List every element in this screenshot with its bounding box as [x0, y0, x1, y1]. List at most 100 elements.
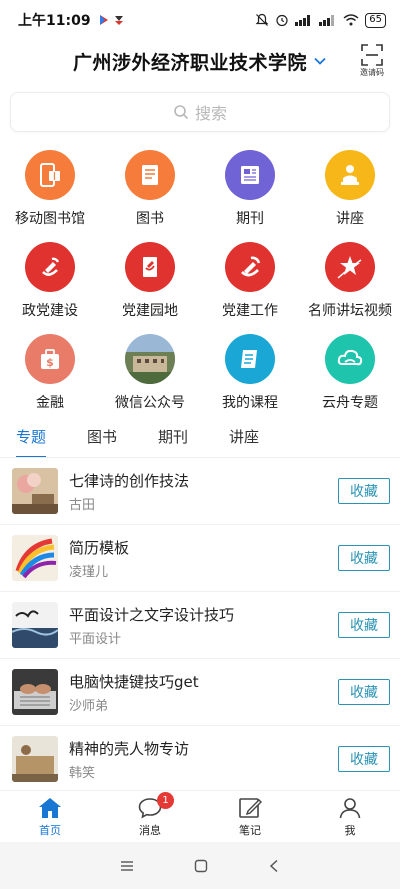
topic-author: 凌瑾儿 [69, 564, 109, 580]
list-item[interactable]: 精神的壳人物专访 韩笑 收藏 [0, 726, 400, 793]
my-course-icon [225, 334, 275, 384]
scan-label: 邀请码 [360, 68, 384, 77]
grid-item-mobile-library[interactable]: 移动图书馆 [0, 150, 100, 228]
wifi-icon [343, 14, 359, 26]
topic-title: 七律诗的创作技法 [69, 471, 190, 490]
content-tabs: 专题 图书 期刊 讲座 [0, 412, 400, 458]
scan-button[interactable]: 邀请码 [354, 40, 390, 82]
nav-messages[interactable]: 1 消息 [100, 791, 200, 842]
favorite-button[interactable]: 收藏 [338, 679, 390, 705]
tab-active-indicator [16, 456, 46, 457]
nav-label: 首页 [39, 823, 61, 837]
grid-label: 期刊 [236, 211, 264, 227]
home-icon [39, 797, 61, 818]
nav-label: 笔记 [239, 823, 261, 837]
status-app-icons [99, 14, 125, 26]
list-item[interactable]: 七律诗的创作技法 古田 收藏 [0, 458, 400, 525]
topic-author: 古田 [69, 497, 96, 513]
note-icon [239, 797, 262, 818]
shortcut-grid: 移动图书馆 图书 期刊 讲座 政党建设 党建园地 党建工作 名师讲坛视频 $ 金… [0, 150, 400, 412]
master-video-icon [325, 242, 375, 292]
grid-item-party-work[interactable]: 党建工作 [200, 242, 300, 320]
party-building-icon [25, 242, 75, 292]
home-square-icon[interactable] [194, 859, 208, 873]
favorite-button[interactable]: 收藏 [338, 478, 390, 504]
mute-icon [255, 13, 269, 26]
topic-thumbnail [12, 669, 58, 715]
grid-item-cloud-topic[interactable]: 云舟专题 [300, 334, 400, 412]
party-garden-icon [125, 242, 175, 292]
nav-label: 我 [344, 823, 356, 837]
favorite-button[interactable]: 收藏 [338, 746, 390, 772]
book-icon [125, 150, 175, 200]
grid-label: 微信公众号 [115, 395, 185, 411]
tab-label: 期刊 [158, 428, 189, 446]
grid-label: 政党建设 [22, 303, 78, 319]
status-bar: 上午11:09 65 [0, 0, 400, 40]
tab-topic[interactable]: 专题 [16, 412, 87, 457]
nav-home[interactable]: 首页 [0, 791, 100, 842]
grid-item-master-video[interactable]: 名师讲坛视频 [300, 242, 400, 320]
grid-item-journal[interactable]: 期刊 [200, 150, 300, 228]
school-title[interactable]: 广州涉外经济职业技术学院 [73, 48, 307, 75]
mobile-library-icon [25, 150, 75, 200]
status-right: 65 [255, 12, 386, 28]
grid-label: 云舟专题 [322, 395, 378, 411]
nav-notes[interactable]: 笔记 [200, 791, 300, 842]
chevron-down-icon[interactable] [313, 54, 327, 68]
grid-item-wechat-official[interactable]: 微信公众号 [100, 334, 200, 412]
search-placeholder: 搜索 [194, 104, 227, 123]
favorite-button[interactable]: 收藏 [338, 545, 390, 571]
grid-label: 党建园地 [122, 303, 178, 319]
grid-item-book[interactable]: 图书 [100, 150, 200, 228]
topic-thumbnail [12, 602, 58, 648]
nav-label: 消息 [139, 823, 161, 837]
grid-item-my-course[interactable]: 我的课程 [200, 334, 300, 412]
grid-item-party-building[interactable]: 政党建设 [0, 242, 100, 320]
tab-label: 专题 [16, 428, 47, 446]
signal-icon-2 [319, 15, 335, 26]
search-icon [174, 105, 189, 120]
profile-icon [339, 797, 361, 818]
grid-label: 名师讲坛视频 [308, 303, 392, 319]
party-work-icon [225, 242, 275, 292]
alarm-icon [276, 14, 288, 27]
grid-item-finance[interactable]: $ 金融 [0, 334, 100, 412]
grid-label: 金融 [36, 395, 64, 411]
svg-text:$: $ [46, 356, 54, 369]
grid-label: 讲座 [336, 211, 364, 227]
grid-label: 我的课程 [222, 395, 278, 411]
unread-badge: 1 [157, 792, 174, 809]
topic-author: 韩笑 [69, 765, 96, 781]
topic-author: 沙师弟 [69, 698, 109, 714]
tab-journals[interactable]: 期刊 [158, 412, 229, 457]
tab-books[interactable]: 图书 [87, 412, 158, 457]
menu-icon[interactable] [120, 860, 134, 872]
system-navigation [0, 842, 400, 889]
list-item[interactable]: 电脑快捷键技巧get 沙师弟 收藏 [0, 659, 400, 726]
favorite-button[interactable]: 收藏 [338, 612, 390, 638]
topic-thumbnail [12, 468, 58, 514]
topic-author: 平面设计 [69, 631, 122, 647]
topic-thumbnail [12, 535, 58, 581]
journal-icon [225, 150, 275, 200]
tab-label: 图书 [87, 428, 118, 446]
scan-icon [361, 44, 383, 66]
nav-profile[interactable]: 我 [300, 791, 400, 842]
topic-title: 平面设计之文字设计技巧 [69, 605, 235, 624]
cloud-topic-icon [325, 334, 375, 384]
list-item[interactable]: 平面设计之文字设计技巧 平面设计 收藏 [0, 592, 400, 659]
status-time: 上午11:09 [18, 13, 91, 29]
back-icon[interactable] [268, 859, 280, 873]
grid-item-lecture[interactable]: 讲座 [300, 150, 400, 228]
list-item[interactable]: 简历模板 凌瑾儿 收藏 [0, 525, 400, 592]
grid-label: 党建工作 [222, 303, 278, 319]
topic-thumbnail [12, 736, 58, 782]
battery-indicator: 65 [365, 12, 386, 28]
lecture-icon [325, 150, 375, 200]
tab-label: 讲座 [229, 428, 260, 446]
grid-item-party-garden[interactable]: 党建园地 [100, 242, 200, 320]
tab-lectures[interactable]: 讲座 [229, 412, 300, 457]
topic-title: 精神的壳人物专访 [69, 739, 190, 758]
search-bar[interactable]: 搜索 [10, 92, 390, 132]
